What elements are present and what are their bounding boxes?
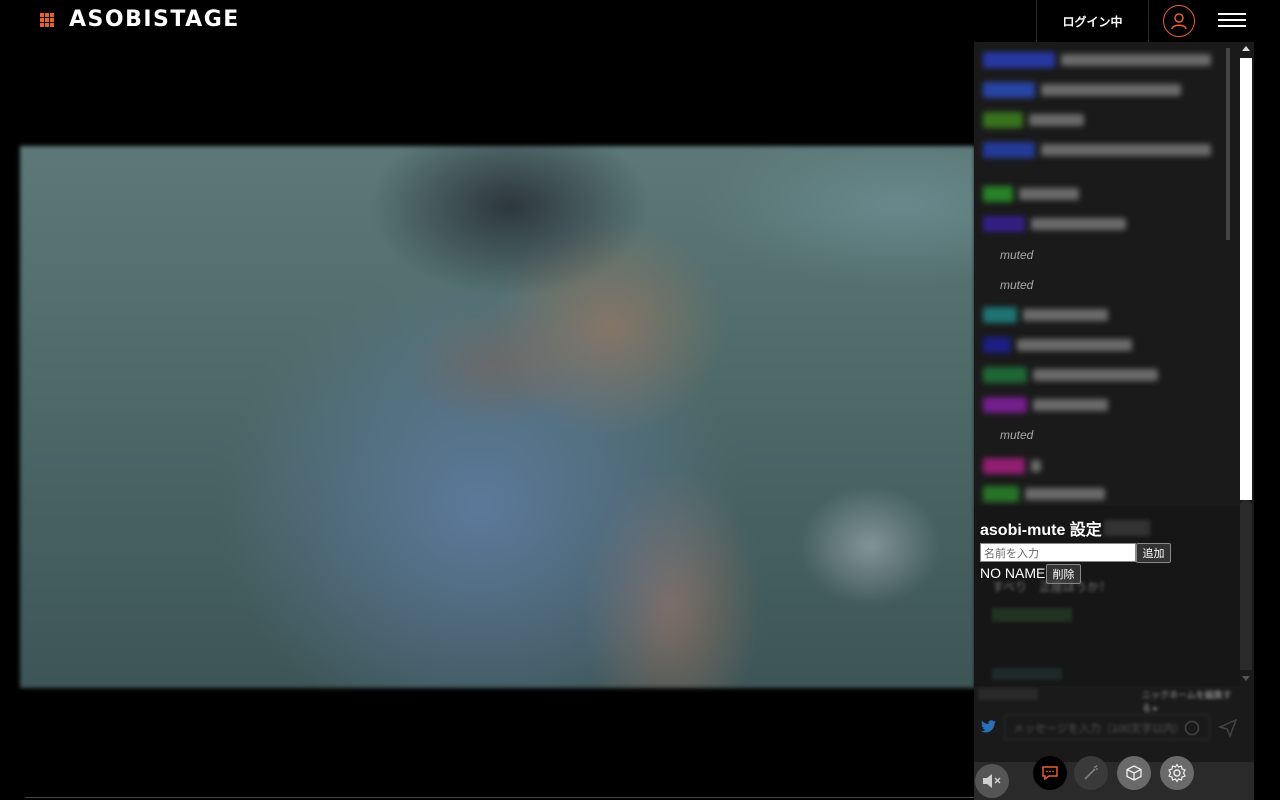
site-logo[interactable]: ASOBISTAGE — [69, 8, 240, 32]
video-player[interactable] — [20, 146, 975, 688]
chat-message-row — [983, 184, 1079, 204]
cube-button[interactable] — [1117, 756, 1151, 790]
blurred-chat-fragment — [1104, 520, 1150, 536]
chat-username — [983, 367, 1027, 383]
chat-text — [1029, 114, 1084, 126]
chat-username — [983, 397, 1027, 413]
hamburger-menu-icon[interactable] — [1218, 13, 1246, 27]
scroll-up-icon[interactable] — [1242, 46, 1250, 51]
ghost-chat-text: すべり 正座ほうか！ — [992, 580, 1112, 594]
chat-username — [983, 186, 1013, 202]
comments-toggle-button[interactable] — [1033, 756, 1067, 790]
chat-message-row — [983, 50, 1211, 70]
chat-message-row — [983, 110, 1084, 130]
chat-text — [1031, 460, 1041, 472]
chat-inner-scrollbar[interactable] — [1226, 48, 1230, 240]
nickname-text — [978, 688, 1038, 700]
chat-text — [1061, 54, 1211, 66]
mute-name-input[interactable]: 名前を入力 — [980, 543, 1136, 562]
scroll-down-icon[interactable] — [1242, 676, 1250, 681]
chat-text — [1025, 488, 1105, 500]
chat-message-row — [983, 305, 1108, 325]
muted-message: muted — [1000, 248, 1034, 262]
send-icon[interactable] — [1218, 718, 1238, 738]
chat-text — [1031, 218, 1126, 230]
chat-username — [983, 307, 1017, 323]
chat-message-row — [983, 484, 1105, 504]
chat-text — [1041, 84, 1181, 96]
chat-text — [1023, 309, 1108, 321]
settings-button[interactable] — [1160, 756, 1194, 790]
chat-scrollbar-track[interactable] — [1240, 500, 1252, 670]
chat-text — [1019, 188, 1079, 200]
chat-text — [1041, 144, 1211, 156]
twitter-icon[interactable] — [981, 720, 996, 733]
login-status[interactable]: ログイン中 — [1036, 0, 1149, 42]
chat-message-row — [983, 365, 1158, 385]
chat-text — [1017, 339, 1132, 351]
nickname-bar: ニックネームを編集する ▸ — [974, 686, 1240, 713]
effects-button[interactable] — [1074, 756, 1108, 790]
app-grid-icon[interactable] — [40, 13, 54, 27]
ghost-chat-row — [992, 608, 1072, 622]
ghost-chat-row — [992, 668, 1062, 680]
user-icon[interactable] — [1163, 5, 1195, 37]
chat-text — [1033, 369, 1158, 381]
chat-message-row — [983, 456, 1041, 476]
muted-message: muted — [1000, 428, 1034, 442]
add-mute-button[interactable]: 追加 — [1136, 543, 1171, 563]
chat-username — [983, 458, 1025, 474]
chat-username — [983, 337, 1011, 353]
chat-username — [983, 52, 1055, 68]
video-progress-track[interactable] — [25, 797, 975, 798]
mute-audio-button[interactable] — [975, 764, 1009, 798]
chat-message-row — [983, 214, 1126, 234]
site-header: ASOBISTAGE ログイン中 — [0, 0, 1280, 42]
message-input[interactable]: メッセージを入力（100文字以内） — [1004, 714, 1210, 740]
gear-icon — [1168, 763, 1186, 783]
chat-username — [983, 216, 1025, 232]
chat-message-row — [983, 80, 1181, 100]
chat-message-row — [983, 140, 1211, 160]
chat-scrollbar-thumb[interactable] — [1240, 58, 1252, 500]
chat-message-row — [983, 335, 1132, 355]
chat-message-row — [983, 395, 1108, 415]
cube-icon — [1126, 765, 1142, 781]
magic-wand-icon — [1084, 765, 1098, 780]
edit-nickname-link[interactable]: ニックネームを編集する ▸ — [1142, 688, 1240, 714]
chat-username — [983, 142, 1035, 158]
speaker-muted-icon — [983, 774, 1001, 788]
chat-username — [983, 486, 1019, 502]
chat-username — [983, 82, 1035, 98]
emoji-icon[interactable] — [1184, 720, 1200, 736]
chat-text — [1033, 399, 1108, 411]
mute-settings-title: asobi-mute 設定 — [980, 522, 1102, 539]
player-controls — [974, 762, 1254, 800]
muted-message: muted — [1000, 278, 1034, 292]
chat-bubble-icon — [1042, 766, 1058, 781]
chat-username — [983, 112, 1023, 128]
